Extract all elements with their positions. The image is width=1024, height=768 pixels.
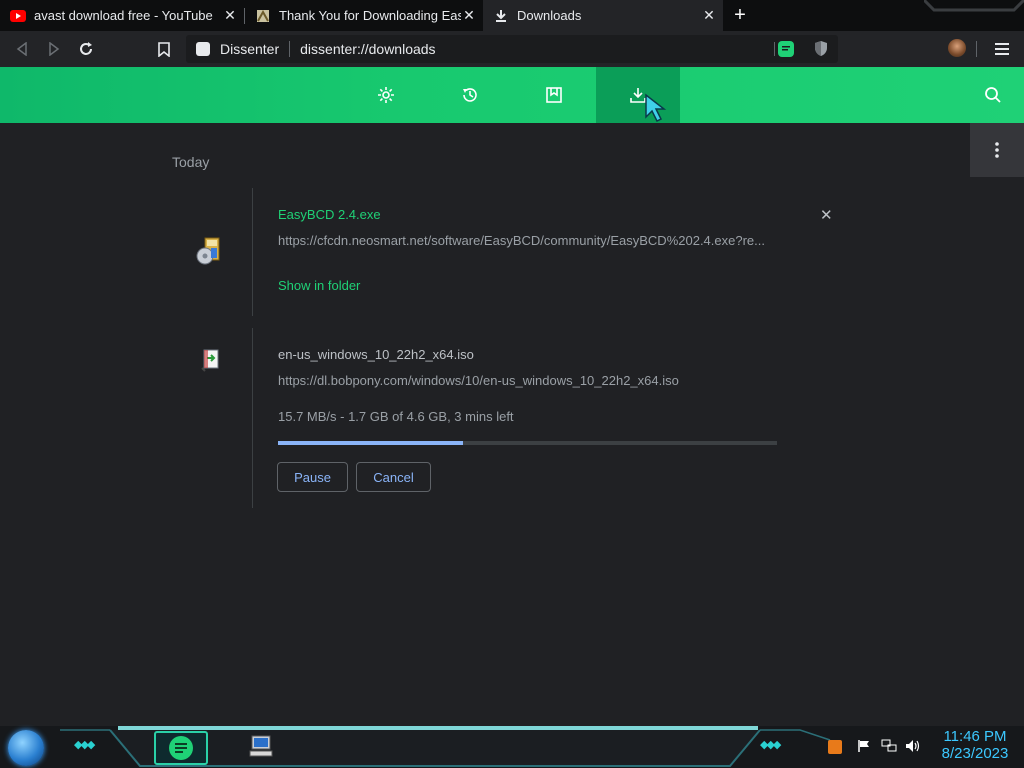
mouse-cursor-icon — [644, 93, 670, 128]
close-icon[interactable]: ✕ — [701, 7, 717, 24]
omnibox-divider — [289, 41, 291, 57]
download-progress-status: 15.7 MB/s - 1.7 GB of 4.6 GB, 3 mins lef… — [278, 409, 514, 424]
downloads-header-bar — [0, 67, 1024, 123]
download-filename-link[interactable]: EasyBCD 2.4.exe — [278, 207, 381, 222]
window-frame-decoration — [924, 0, 1024, 12]
reload-button[interactable] — [76, 39, 96, 59]
close-icon[interactable]: ✕ — [222, 7, 238, 24]
tray-app-icon[interactable] — [828, 740, 842, 754]
back-button[interactable] — [12, 39, 32, 59]
tab-title: Thank You for Downloading EasyBCD — [279, 8, 461, 23]
browser-toolbar: Dissenter dissenter://downloads — [0, 31, 1024, 67]
site-chip[interactable]: Dissenter — [186, 41, 279, 57]
bookmark-button[interactable] — [154, 39, 174, 59]
show-in-folder-link[interactable]: Show in folder — [278, 278, 360, 293]
taskbar-app-dissenter[interactable] — [154, 731, 208, 765]
iso-file-icon — [201, 348, 229, 376]
system-clock[interactable]: 11:46 PM 8/23/2023 — [930, 728, 1020, 762]
download-filename[interactable]: en-us_windows_10_22h2_x64.iso — [278, 347, 474, 362]
omnibox-divider — [774, 42, 775, 56]
new-tab-button[interactable]: + — [730, 5, 750, 26]
start-button[interactable] — [8, 730, 44, 766]
network-icon[interactable] — [881, 739, 897, 758]
taskbar-chevron-decoration: ◆◆◆ — [74, 739, 95, 751]
download-item: EasyBCD 2.4.exe https://cfcdn.neosmart.n… — [196, 188, 853, 316]
tab-title: avast download free - YouTube — [34, 8, 213, 23]
download-progress-fill — [278, 441, 463, 445]
dissenter-comment-icon[interactable] — [778, 41, 794, 60]
taskbar: ◆◆◆ ◆◆◆ 11:46 PM 8/23/2023 — [0, 726, 1024, 768]
tab-strip: avast download free - YouTube ✕ Thank Yo… — [0, 0, 1024, 31]
toolbar-divider — [976, 41, 977, 57]
forward-button[interactable] — [44, 39, 64, 59]
url-text[interactable]: dissenter://downloads — [300, 41, 435, 57]
action-center-flag-icon[interactable] — [857, 739, 871, 758]
more-actions-button[interactable] — [970, 123, 1024, 177]
taskbar-app-computer[interactable] — [236, 731, 286, 761]
menu-icon[interactable] — [992, 39, 1012, 59]
pause-button[interactable]: Pause — [277, 462, 348, 492]
close-icon[interactable]: ✕ — [461, 7, 477, 24]
taskbar-chevron-decoration: ◆◆◆ — [760, 739, 781, 751]
date-section-heading: Today — [172, 154, 210, 170]
shield-icon[interactable] — [814, 40, 828, 60]
tab-youtube[interactable]: avast download free - YouTube ✕ — [0, 0, 244, 31]
remove-download-close-icon[interactable]: ✕ — [820, 206, 833, 224]
installer-icon — [195, 236, 223, 265]
easybcd-icon — [255, 8, 271, 24]
computer-icon — [249, 735, 273, 757]
settings-gear-icon[interactable] — [374, 83, 398, 107]
tab-downloads[interactable]: Downloads ✕ — [483, 0, 723, 31]
profile-avatar[interactable] — [948, 39, 966, 57]
cancel-button[interactable]: Cancel — [356, 462, 431, 492]
clock-time: 11:46 PM — [943, 728, 1007, 745]
youtube-icon — [10, 8, 26, 24]
dissenter-icon — [196, 42, 210, 56]
history-icon[interactable] — [458, 83, 482, 107]
kebab-icon — [995, 142, 999, 158]
tab-title: Downloads — [517, 8, 582, 23]
download-url[interactable]: https://cfcdn.neosmart.net/software/Easy… — [278, 233, 765, 248]
dissenter-app-icon — [169, 736, 193, 760]
download-progress-bar — [278, 441, 777, 445]
search-icon[interactable] — [981, 83, 1005, 107]
download-url[interactable]: https://dl.bobpony.com/windows/10/en-us_… — [278, 373, 679, 388]
site-label: Dissenter — [220, 41, 280, 57]
download-icon — [493, 8, 509, 24]
bookmarks-icon[interactable] — [542, 83, 566, 107]
volume-icon[interactable] — [905, 739, 921, 758]
download-item: en-us_windows_10_22h2_x64.iso https://dl… — [201, 328, 853, 508]
clock-date: 8/23/2023 — [941, 745, 1009, 762]
address-bar[interactable]: Dissenter dissenter://downloads — [186, 35, 838, 63]
tab-easybcd[interactable]: Thank You for Downloading EasyBCD ✕ — [245, 0, 483, 31]
